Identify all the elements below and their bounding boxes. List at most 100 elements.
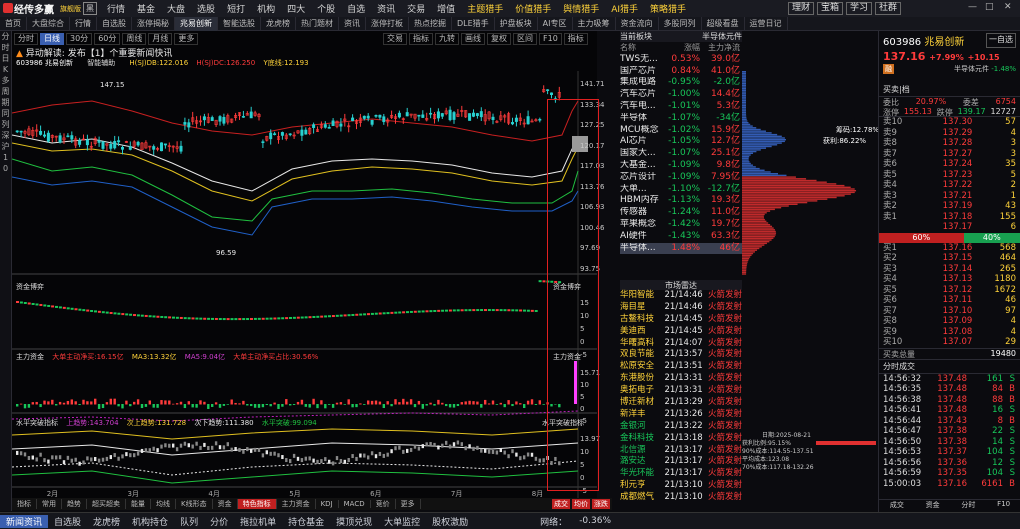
btn-change[interactable]: 涨跌 xyxy=(592,499,610,509)
sector-row[interactable]: 传感器 -1.24% 11.0亿 xyxy=(620,207,742,219)
menu-strategy-hunter[interactable]: 策略猎手 xyxy=(644,2,692,15)
menu-four[interactable]: 四大 xyxy=(281,2,311,15)
btn-deal[interactable]: 成交 xyxy=(552,499,570,509)
ask-row[interactable]: 137.17 6 xyxy=(879,222,1020,233)
sector-row[interactable]: MCU概念 -1.02% 15.9亿 xyxy=(620,125,742,137)
ask-row[interactable]: 卖9 137.29 4 xyxy=(879,128,1020,139)
indicator-tab-13[interactable]: 更多 xyxy=(396,499,421,509)
bid-row[interactable]: 买2 137.15 464 xyxy=(879,253,1020,264)
quote-tab-0[interactable]: 成交 xyxy=(890,500,904,510)
tab-16[interactable]: 资金流向 xyxy=(616,16,659,31)
menu-theme-hunter[interactable]: 主题猎手 xyxy=(461,2,509,15)
radar-row[interactable]: 金银河 21/13:22 火箭发射 xyxy=(620,421,742,433)
tab-11[interactable]: 热点挖掘 xyxy=(409,16,452,31)
sidebar-char-12[interactable]: 0 xyxy=(0,163,11,174)
sector-row[interactable]: 大单... -1.10% -12.7亿 xyxy=(620,184,742,196)
sector-row[interactable]: 芯片设计 -1.09% 7.95亿 xyxy=(620,172,742,184)
tab-19[interactable]: 运营日记 xyxy=(745,16,788,31)
ask-row[interactable]: 卖3 137.21 1 xyxy=(879,191,1020,202)
status-item-9[interactable]: 大单监控 xyxy=(378,515,426,528)
indicator-tab-0[interactable]: 指标 xyxy=(12,499,37,509)
tab-7[interactable]: 龙虎榜 xyxy=(261,16,296,31)
radar-row[interactable]: 华阳智能 21/14:46 火箭发射 xyxy=(620,290,742,302)
menu-value-hunter[interactable]: 价值猎手 xyxy=(509,2,557,15)
bid-row[interactable]: 买9 137.08 4 xyxy=(879,327,1020,338)
sector-row[interactable]: 苹果概念 -1.42% 19.7亿 xyxy=(620,219,742,231)
indicator-tab-6[interactable]: K线形态 xyxy=(176,499,213,509)
sidebar-char-4[interactable]: 多 xyxy=(0,75,11,86)
sector-row[interactable]: 大基金... -1.09% 9.8亿 xyxy=(620,160,742,172)
close-icon[interactable]: ✕ xyxy=(1004,2,1012,12)
status-item-8[interactable]: 摸顶兑现 xyxy=(330,515,378,528)
sector-row[interactable]: 汽车电... -1.01% 5.3亿 xyxy=(620,101,742,113)
sidebar-char-11[interactable]: 1 xyxy=(0,152,11,163)
status-item-5[interactable]: 分价 xyxy=(204,515,234,528)
sidebar-char-2[interactable]: 日 xyxy=(0,53,11,64)
ask-row[interactable]: 卖8 137.28 3 xyxy=(879,138,1020,149)
bid-row[interactable]: 买6 137.11 46 xyxy=(879,295,1020,306)
indicator-tab-5[interactable]: 均线 xyxy=(151,499,176,509)
menu-stock[interactable]: 个股 xyxy=(311,2,341,15)
finance-button[interactable]: 理财 xyxy=(788,2,815,15)
tab-4[interactable]: 涨停揭秘 xyxy=(132,16,175,31)
bid-row[interactable]: 买4 137.13 1180 xyxy=(879,274,1020,285)
bid-row[interactable]: 买10 137.07 29 xyxy=(879,337,1020,348)
bid-row[interactable]: 买7 137.10 97 xyxy=(879,306,1020,317)
ask-row[interactable]: 卖1 137.18 155 xyxy=(879,212,1020,223)
radar-row[interactable]: 奥拓电子 21/13:31 火箭发射 xyxy=(620,385,742,397)
tab-17[interactable]: 多股同列 xyxy=(659,16,702,31)
indicator-tab-3[interactable]: 超买超卖 xyxy=(87,499,126,509)
radar-row[interactable]: 双良节能 21/13:57 火箭发射 xyxy=(620,349,742,361)
radar-row[interactable]: 新洋丰 21/13:26 火箭发射 xyxy=(620,409,742,421)
radar-row[interactable]: 北信源 21/13:17 火箭发射 xyxy=(620,445,742,457)
tab-8[interactable]: 热门题材 xyxy=(296,16,339,31)
sector-row[interactable]: 集成电路 -0.95% -2.0亿 xyxy=(620,77,742,89)
radar-row[interactable]: 华曙高科 21/14:07 火箭发射 xyxy=(620,338,742,350)
tab-1[interactable]: 大盘综合 xyxy=(27,16,70,31)
bid-row[interactable]: 买8 137.09 4 xyxy=(879,316,1020,327)
sidebar-char-6[interactable]: 期 xyxy=(0,97,11,108)
bid-row[interactable]: 买3 137.14 265 xyxy=(879,264,1020,275)
sector-row[interactable]: 半导体... 1.48% 46亿 xyxy=(620,242,742,255)
sidebar-char-1[interactable]: 时 xyxy=(0,42,11,53)
menu-news[interactable]: 资讯 xyxy=(371,2,401,15)
tab-9[interactable]: 资讯 xyxy=(339,16,366,31)
sector-row[interactable]: 半导体 -1.07% -34亿 xyxy=(620,113,742,125)
menu-quote[interactable]: 行情 xyxy=(101,2,131,15)
indicator-tab-4[interactable]: 能量 xyxy=(126,499,151,509)
ask-row[interactable]: 卖10 137.30 57 xyxy=(879,117,1020,128)
indicator-tab-12[interactable]: 竞价 xyxy=(371,499,396,509)
indicator-tab-10[interactable]: KDJ xyxy=(316,500,339,508)
quote-tab-3[interactable]: F10 xyxy=(997,500,1010,510)
tab-12[interactable]: DLE猎手 xyxy=(452,16,495,31)
indicator-tab-7[interactable]: 资金 xyxy=(213,499,238,509)
radar-row[interactable]: 东港股份 21/13:31 火箭发射 xyxy=(620,373,742,385)
menu-trade[interactable]: 交易 xyxy=(401,2,431,15)
status-item-0[interactable]: 新闻资讯 xyxy=(0,514,49,528)
tab-10[interactable]: 涨停打板 xyxy=(366,16,409,31)
tab-6[interactable]: 智能选股 xyxy=(218,16,261,31)
menu-ai-hunter[interactable]: AI猎手 xyxy=(605,2,644,15)
status-item-2[interactable]: 龙虎榜 xyxy=(87,515,126,528)
sidebar-char-8[interactable]: 列 xyxy=(0,119,11,130)
radar-row[interactable]: 博迁新材 21/13:29 火箭发射 xyxy=(620,397,742,409)
kline-chart-area[interactable]: 分时 日线 30分 60分 周线 月线 更多 交易 指标 九转 画线 复权 区间 F10 指标 ▲ 异动解… xyxy=(12,31,605,498)
sidebar-char-7[interactable]: 同 xyxy=(0,108,11,119)
tab-3[interactable]: 自选股 xyxy=(97,16,132,31)
sidebar-char-0[interactable]: 分 xyxy=(0,31,11,42)
add-watch-button[interactable]: 一自选 xyxy=(986,33,1016,48)
tab-15[interactable]: 主力吸筹 xyxy=(573,16,616,31)
radar-row[interactable]: 金科科技 21/13:18 火箭发射 xyxy=(620,433,742,445)
status-item-1[interactable]: 自选股 xyxy=(48,515,87,528)
sector-row[interactable]: 国家大... -1.07% 25.1亿 xyxy=(620,148,742,160)
status-item-7[interactable]: 持仓基金 xyxy=(282,515,330,528)
indicator-tab-2[interactable]: 趋势 xyxy=(62,499,87,509)
menu-market[interactable]: 大盘 xyxy=(161,2,191,15)
sector-row[interactable]: AI芯片 -1.05% 12.7亿 xyxy=(620,136,742,148)
radar-row[interactable]: 成都燃气 21/13:10 火箭发射 xyxy=(620,492,742,504)
bid-row[interactable]: 买5 137.12 1672 xyxy=(879,285,1020,296)
indicator-tab-8[interactable]: 特色指标 xyxy=(237,499,277,509)
minimize-icon[interactable]: — xyxy=(968,2,977,12)
theme-badge[interactable]: 黑 xyxy=(83,2,97,15)
treasure-button[interactable]: 宝箱 xyxy=(817,2,844,15)
